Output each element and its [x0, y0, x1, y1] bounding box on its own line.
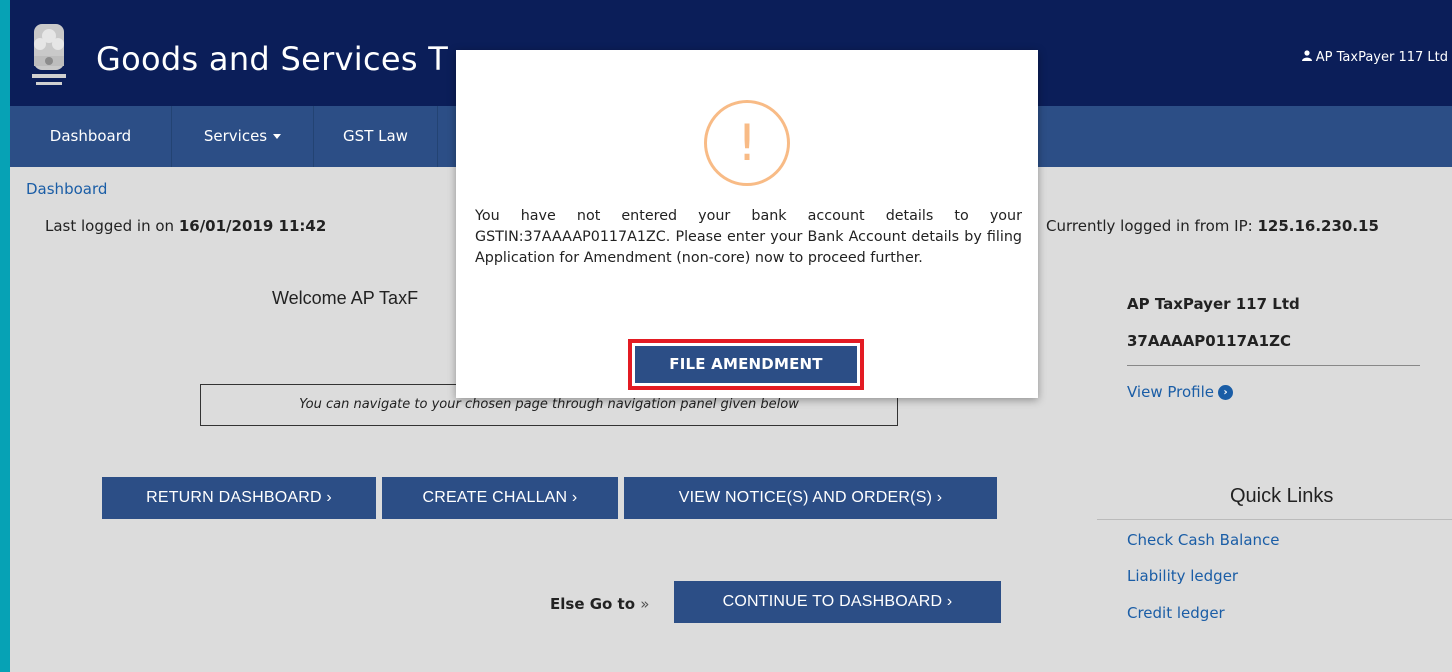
view-notices-button[interactable]: VIEW NOTICE(S) AND ORDER(S) › — [624, 477, 997, 519]
bank-details-modal: ! You have not entered your bank account… — [456, 50, 1038, 398]
nav-item-gst-law[interactable]: GST Law — [314, 106, 438, 167]
else-go-to: Else Go to » — [550, 595, 649, 613]
breadcrumb[interactable]: Dashboard — [26, 180, 107, 198]
quick-link-check-cash-balance[interactable]: Check Cash Balance — [1127, 531, 1280, 549]
user-icon — [1301, 50, 1312, 65]
exclamation-icon: ! — [736, 114, 758, 172]
quick-link-credit-ledger[interactable]: Credit ledger — [1127, 604, 1225, 622]
current-ip-value: 125.16.230.15 — [1257, 217, 1379, 235]
current-ip-label: Currently logged in from IP: — [1046, 217, 1258, 235]
caret-down-icon — [273, 134, 282, 139]
profile-name: AP TaxPayer 117 Ltd — [1127, 295, 1300, 313]
page: Goods and Services T AP TaxPayer 117 Ltd… — [0, 0, 1452, 672]
site-title: Goods and Services T — [96, 40, 449, 78]
nav-item-dashboard[interactable]: Dashboard — [10, 106, 172, 167]
nav-item-label: Services — [203, 127, 268, 145]
nav-item-label: GST Law — [343, 127, 408, 145]
quick-link-liability-ledger[interactable]: Liability ledger — [1127, 567, 1238, 585]
national-emblem-icon — [32, 24, 66, 85]
view-profile-link[interactable]: View Profile › — [1127, 383, 1234, 401]
divider — [1127, 365, 1420, 366]
welcome-text: Welcome AP TaxF — [272, 288, 419, 308]
profile-gstin: 37AAAAP0117A1ZC — [1127, 332, 1291, 350]
current-ip: Currently logged in from IP: 125.16.230.… — [1046, 217, 1379, 235]
double-chevron-icon: » — [640, 595, 650, 613]
file-amendment-highlight: FILE AMENDMENT — [628, 339, 864, 390]
warning-icon: ! — [704, 100, 790, 186]
quick-links-title: Quick Links — [1230, 485, 1334, 507]
user-menu[interactable]: AP TaxPayer 117 Ltd — [1301, 50, 1448, 65]
divider — [1097, 519, 1452, 520]
last-login-value: 16/01/2019 11:42 — [178, 217, 327, 235]
modal-message: You have not entered your bank account d… — [475, 208, 1022, 266]
return-dashboard-button[interactable]: RETURN DASHBOARD › — [102, 477, 376, 519]
left-accent-border — [0, 0, 10, 672]
else-go-label: Else Go to — [550, 595, 636, 613]
nav-item-label: Dashboard — [49, 127, 132, 145]
user-name: AP TaxPayer 117 Ltd — [1315, 50, 1448, 65]
continue-to-dashboard-button[interactable]: CONTINUE TO DASHBOARD › — [674, 581, 1001, 623]
view-profile-label: View Profile — [1127, 383, 1215, 401]
nav-item-services[interactable]: Services — [172, 106, 314, 167]
create-challan-button[interactable]: CREATE CHALLAN › — [382, 477, 618, 519]
last-login-label: Last logged in on — [45, 217, 179, 235]
file-amendment-button[interactable]: FILE AMENDMENT — [635, 346, 857, 383]
last-login: Last logged in on 16/01/2019 11:42 — [45, 217, 326, 235]
chevron-right-circle-icon: › — [1218, 385, 1234, 400]
